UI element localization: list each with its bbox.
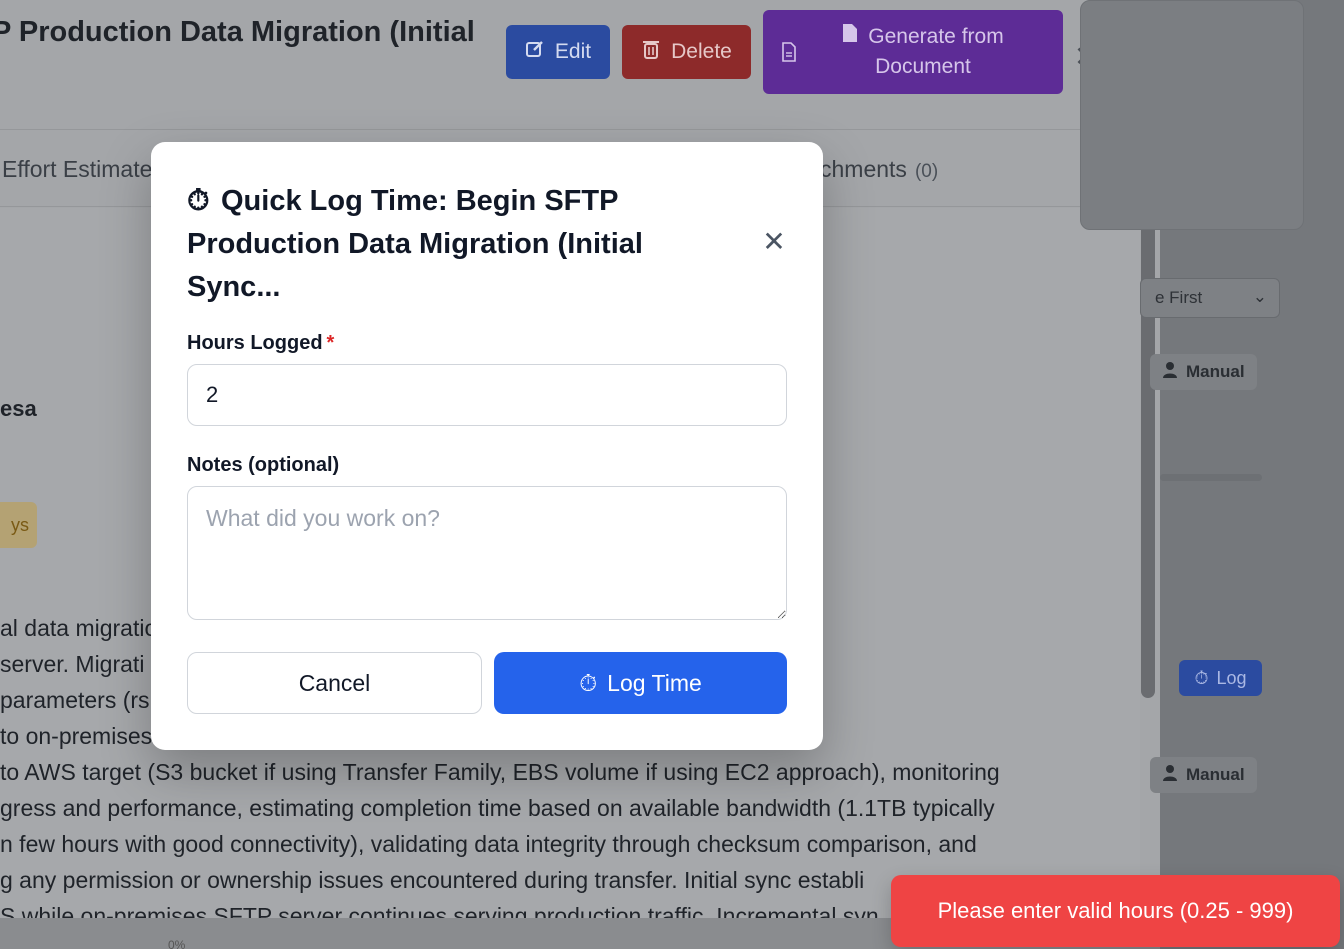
hours-label-text: Hours Logged [187, 332, 323, 354]
edit-label: Edit [554, 40, 592, 63]
error-toast: Please enter valid hours (0.25 - 999) [891, 875, 1340, 947]
description-line: n few hours with good connectivity), val… [0, 831, 977, 857]
sort-select[interactable]: e First ⌄ [1140, 278, 1280, 318]
sort-select-value: e First [1155, 288, 1203, 307]
user-icon [1162, 361, 1178, 384]
description-line: to AWS target (S3 bucket if using Transf… [0, 759, 1000, 785]
delete-button[interactable]: Delete [622, 25, 751, 79]
manual-label: Manual [1186, 765, 1245, 784]
edit-icon [525, 39, 545, 65]
log-time-label: Log Time [607, 669, 702, 696]
log-time-button[interactable]: ⏱ Log Time [494, 652, 787, 714]
modal-title-text: Quick Log Time: Begin SFTP Production Da… [187, 185, 643, 303]
log-label: Log [1216, 667, 1247, 688]
generate-label-line2: Document [875, 55, 971, 78]
task-header: P Production Data Migration (Initial Edi… [0, 0, 1140, 130]
manual-badge: Manual [1150, 354, 1257, 390]
notes-label: Notes (optional) [187, 454, 340, 476]
edit-button[interactable]: Edit [506, 25, 610, 79]
document-icon [781, 42, 797, 68]
notes-input[interactable] [187, 486, 787, 620]
chevron-down-icon: ⌄ [1252, 287, 1267, 306]
document-filled-icon [842, 22, 858, 52]
progress-bar [1160, 474, 1262, 481]
trash-icon [641, 38, 661, 66]
task-title: P Production Data Migration (Initial [0, 16, 475, 48]
manual-badge: Manual [1150, 757, 1257, 793]
cancel-button[interactable]: Cancel [187, 652, 482, 714]
stopwatch-icon: ⏱ [579, 669, 598, 696]
tab-attachments-label: chments [820, 156, 907, 182]
hours-input[interactable] [187, 364, 787, 426]
progress-percent: 0% [168, 938, 186, 949]
quick-log-time-modal: ⏱ Quick Log Time: Begin SFTP Production D… [151, 142, 823, 750]
user-icon [1162, 764, 1178, 787]
manual-label: Manual [1186, 362, 1245, 381]
stopwatch-icon: ⏱ [187, 185, 210, 217]
tab-attachments-count: (0) [914, 161, 939, 182]
duration-badge: ys [0, 502, 37, 548]
summary-card [1080, 0, 1304, 230]
generate-label-line1: Generate from [868, 25, 1004, 48]
description-line: gress and performance, estimating comple… [0, 795, 995, 821]
stopwatch-icon: ⏱ [1194, 667, 1209, 688]
log-button[interactable]: ⏱ Log [1179, 660, 1262, 696]
generate-from-document-button[interactable]: Generate from Document [763, 10, 1063, 94]
tab-effort-estimate[interactable]: Effort Estimate [2, 156, 152, 183]
delete-label: Delete [671, 40, 732, 63]
assignee-name: esa [0, 396, 37, 421]
modal-title: ⏱ Quick Log Time: Begin SFTP Production D… [187, 180, 727, 309]
hours-label: Hours Logged * [187, 332, 334, 355]
close-icon[interactable]: ✕ [762, 228, 786, 256]
tab-attachments[interactable]: chments (0) [820, 156, 938, 183]
required-mark: * [326, 332, 335, 354]
